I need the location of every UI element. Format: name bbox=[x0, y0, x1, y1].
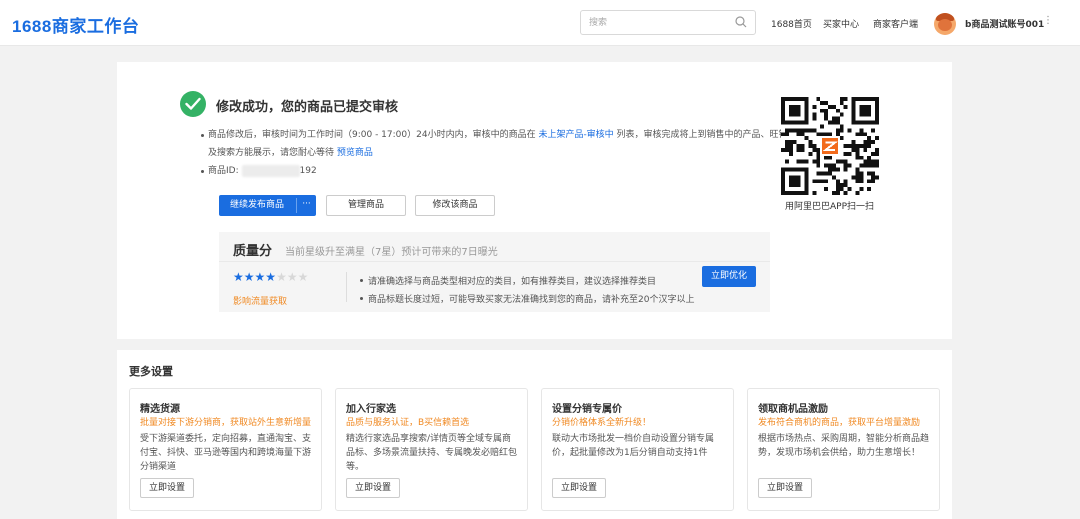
quality-header: 质量分 当前星级升至满星（7星）预计可带来的7日曝光 bbox=[219, 232, 770, 262]
preview-product-link[interactable]: 预览商品 bbox=[337, 148, 373, 158]
star-filled-icon: ★ bbox=[243, 270, 255, 284]
star-empty-icon: ★ bbox=[297, 270, 309, 284]
star-empty-icon: ★ bbox=[286, 270, 298, 284]
quality-suggestion: 商品标题长度过短，可能导致买家无法准确找到您的商品，请补充至20个汉字以上 bbox=[359, 292, 694, 305]
quality-suggestion: 请准确选择与商品类型相对应的类目，如有推荐类目，建议选择推荐类目 bbox=[359, 274, 656, 287]
search-box[interactable] bbox=[580, 10, 756, 35]
tile-title: 加入行家选 bbox=[346, 404, 396, 415]
tile-subtitle: 分销价格体系全新升级！ bbox=[552, 418, 652, 428]
more-settings-card: 更多设置 精选货源 批量对接下游分销商，获取站外生意新增量 受下游渠道委托，定向… bbox=[117, 350, 952, 519]
star-filled-icon: ★ bbox=[233, 270, 244, 284]
pending-review-link[interactable]: 未上架产品-审核中 bbox=[538, 130, 613, 140]
review-notice: 商品修改后，审核时间为工作时间（9:00 - 17:00）24小时内内，审核中的… bbox=[201, 126, 798, 162]
site-logo[interactable]: 1688商家工作台 bbox=[12, 12, 139, 37]
settings-tile: 加入行家选 品质与服务认证，B买信赖首选 精选行家选品享搜索/详情页等全域专属商… bbox=[335, 388, 528, 511]
search-icon[interactable] bbox=[735, 16, 747, 28]
tile-title: 设置分销专属价 bbox=[552, 404, 622, 415]
nav-1688-home[interactable]: 1688首页 bbox=[771, 17, 812, 30]
manage-products-button[interactable]: 管理商品 bbox=[326, 195, 406, 216]
tile-description: 受下游渠道委托，定向招募，直通淘宝、支付宝、抖快、亚马逊等国内和跨境海量下游分销… bbox=[140, 434, 312, 472]
tile-setup-button[interactable]: 立即设置 bbox=[758, 478, 812, 498]
product-id-line: 商品ID: 192 bbox=[201, 162, 508, 180]
tile-title: 领取商机品激励 bbox=[758, 404, 828, 415]
product-id-suffix: 192 bbox=[299, 166, 317, 176]
nav-merchant-client[interactable]: 商家客户端 bbox=[873, 17, 918, 30]
traffic-impact-tip: 影响流量获取 bbox=[233, 297, 288, 307]
quality-divider bbox=[346, 272, 347, 302]
tile-description: 联动大市场批发一档价自动设置分销专属价，起批量修改为1后分销自动支持1件 bbox=[552, 434, 715, 458]
tile-subtitle: 品质与服务认证，B买信赖首选 bbox=[346, 418, 470, 428]
tile-setup-button[interactable]: 立即设置 bbox=[552, 478, 606, 498]
tile-setup-button[interactable]: 立即设置 bbox=[140, 478, 194, 498]
settings-tile: 设置分销专属价 分销价格体系全新升级！ 联动大市场批发一档价自动设置分销专属价，… bbox=[541, 388, 734, 511]
tile-subtitle: 发布符合商机的商品，获取平台增量激励 bbox=[758, 418, 921, 428]
star-filled-icon: ★ bbox=[265, 270, 277, 284]
top-bar: 1688商家工作台 1688首页 买家中心 商家客户端 b商品测试账号001 ⋮ bbox=[0, 0, 1080, 46]
qr-code-image bbox=[781, 97, 879, 195]
settings-tile: 领取商机品激励 发布符合商机的商品，获取平台增量激励 根据市场热点、采购周期，智… bbox=[747, 388, 940, 511]
star-empty-icon: ★ bbox=[276, 270, 287, 284]
nav-buyer-center[interactable]: 买家中心 bbox=[823, 17, 859, 30]
settings-tile: 精选货源 批量对接下游分销商，获取站外生意新增量 受下游渠道委托，定向招募，直通… bbox=[129, 388, 322, 511]
edit-product-button[interactable]: 修改该商品 bbox=[415, 195, 495, 216]
tile-setup-button[interactable]: 立即设置 bbox=[346, 478, 400, 498]
quality-title: 质量分 bbox=[233, 244, 273, 259]
tile-title: 精选货源 bbox=[140, 404, 180, 415]
success-check-icon bbox=[180, 91, 206, 117]
product-id-blurred bbox=[241, 164, 300, 177]
quality-score-panel: 质量分 当前星级升至满星（7星）预计可带来的7日曝光 ★★★★★★★ 影响流量获… bbox=[219, 232, 770, 312]
qr-caption: 用阿里巴巴APP扫一扫 bbox=[785, 202, 875, 212]
search-input[interactable] bbox=[589, 11, 729, 34]
product-id-label: 商品ID: bbox=[208, 166, 239, 176]
quality-subtitle: 当前星级升至满星（7星）预计可带来的7日曝光 bbox=[285, 247, 498, 258]
more-settings-title: 更多设置 bbox=[129, 365, 173, 378]
continue-publish-button[interactable]: 继续发布商品 bbox=[219, 195, 295, 216]
account-name[interactable]: b商品测试账号001 bbox=[965, 17, 1044, 30]
star-rating: ★★★★★★★ bbox=[233, 270, 308, 284]
review-notice-text-a: 商品修改后，审核时间为工作时间（9:00 - 17:00）24小时内内，审核中的… bbox=[208, 130, 539, 140]
optimize-now-button[interactable]: 立即优化 bbox=[702, 266, 756, 287]
star-filled-icon: ★ bbox=[254, 270, 266, 284]
success-title: 修改成功，您的商品已提交审核 bbox=[216, 100, 399, 115]
continue-publish-button-group: 继续发布商品 ··· bbox=[219, 195, 316, 216]
avatar[interactable] bbox=[934, 13, 956, 35]
tile-description: 精选行家选品享搜索/详情页等全域专属商品标、多场景流量扶持、专属晚发必赔红包等。 bbox=[346, 434, 518, 472]
more-options-button[interactable]: ··· bbox=[297, 195, 316, 216]
tile-description: 根据市场热点、采购周期，智能分析商品趋势，发现市场机会供给，助力生意增长！ bbox=[758, 434, 930, 458]
result-card: 修改成功，您的商品已提交审核 商品修改后，审核时间为工作时间（9:00 - 17… bbox=[117, 62, 952, 339]
tile-subtitle: 批量对接下游分销商，获取站外生意新增量 bbox=[140, 418, 312, 428]
more-menu-icon[interactable]: ⋮ bbox=[1043, 15, 1053, 26]
